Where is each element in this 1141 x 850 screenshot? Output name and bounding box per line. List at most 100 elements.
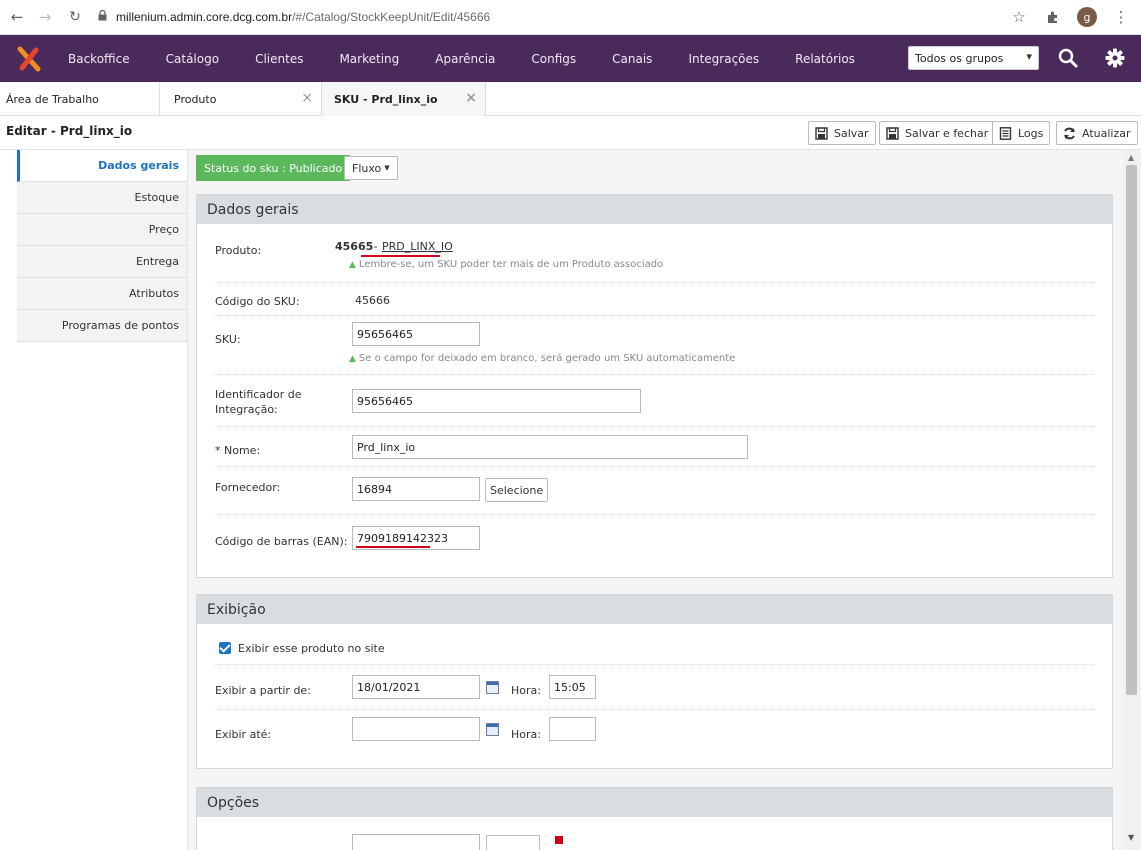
search-icon[interactable] <box>1057 47 1079 69</box>
form-row-identificador: Identificador de Integração: 95656465 <box>215 375 1094 427</box>
extensions-icon[interactable] <box>1043 6 1063 28</box>
tab-produto[interactable]: Produto × <box>160 82 322 116</box>
sidenav-item-programas-de-pontos[interactable]: Programas de pontos <box>17 310 188 342</box>
produto-hint-text: Lembre-se, um SKU poder ter mais de um P… <box>358 259 664 270</box>
back-arrow-icon[interactable]: ← <box>6 6 28 28</box>
save-button[interactable]: Salvar <box>808 121 876 145</box>
lock-icon <box>98 9 107 24</box>
form-row-ean: Código de barras (EAN): 7909189142323 <box>215 515 1094 563</box>
menu-backoffice[interactable]: Backoffice <box>68 52 130 66</box>
menu-catalogo[interactable]: Catálogo <box>166 52 219 66</box>
workspace-tabs: Área de Trabalho Produto × SKU - Prd_lin… <box>0 82 1141 116</box>
nome-input[interactable]: Prd_linx_io <box>352 435 748 459</box>
sku-input[interactable]: 95656465 <box>352 322 480 346</box>
fornecedor-select-button[interactable]: Selecione <box>485 478 549 502</box>
form-row-nome: * Nome: Prd_linx_io <box>215 427 1094 467</box>
top-navigation: Backoffice Catálogo Clientes Marketing A… <box>0 35 1141 82</box>
save-and-close-button[interactable]: Salvar e fechar <box>879 121 996 145</box>
menu-marketing[interactable]: Marketing <box>339 52 399 66</box>
document-icon <box>999 126 1012 140</box>
form-row-fornecedor: Fornecedor: 16894 Selecione <box>215 467 1094 515</box>
close-icon[interactable]: × <box>465 90 477 106</box>
exibir-ate-date-input[interactable] <box>352 717 480 741</box>
section-sidenav: Dados gerais Estoque Preço Entrega Atrib… <box>17 150 188 342</box>
refresh-label: Atualizar <box>1082 126 1131 140</box>
forward-arrow-icon[interactable]: → <box>34 6 56 28</box>
exibir-de-label: Exibir a partir de: <box>215 684 311 697</box>
tab-label: Área de Trabalho <box>6 92 99 106</box>
scrollbar-thumb[interactable] <box>1126 165 1137 695</box>
scroll-up-icon[interactable]: ▲ <box>1128 153 1134 162</box>
star-icon[interactable]: ☆ <box>1009 6 1029 28</box>
menu-canais[interactable]: Canais <box>612 52 652 66</box>
refresh-icon <box>1064 127 1075 139</box>
sku-hint: ▲ Se o campo for deixado em branco, será … <box>349 353 735 364</box>
page-header: Editar - Prd_linx_io Salvar Salvar e fec… <box>0 116 1141 150</box>
red-underline <box>361 255 440 257</box>
menu-relatorios[interactable]: Relatórios <box>795 52 855 66</box>
identificador-input[interactable]: 95656465 <box>352 389 641 413</box>
sidenav-item-dados-gerais[interactable]: Dados gerais <box>17 150 188 182</box>
brand-logo-icon[interactable] <box>0 35 58 82</box>
save-icon <box>886 126 899 140</box>
profile-avatar[interactable]: g <box>1077 7 1097 27</box>
hora-label: Hora: <box>511 728 541 741</box>
reload-icon[interactable]: ↻ <box>64 6 86 28</box>
produto-link[interactable]: PRD_LINX_IO <box>382 240 453 253</box>
tab-area-de-trabalho[interactable]: Área de Trabalho <box>0 82 160 116</box>
url-text: millenium.admin.core.dcg.com.br/#/Catalo… <box>116 10 490 24</box>
page-title: Editar - Prd_linx_io <box>6 124 133 138</box>
panel-title: Opções <box>197 788 1112 817</box>
codigo-label: Código do SKU: <box>215 295 300 308</box>
refresh-button[interactable]: Atualizar <box>1056 121 1138 145</box>
url-host: millenium.admin.core.dcg.com.br <box>116 10 293 24</box>
status-badge: Status do sku : Publicado <box>196 155 351 181</box>
identificador-label-line2: Integração: <box>215 403 278 416</box>
fluxo-dropdown-button[interactable]: Fluxo ▼ <box>344 156 398 180</box>
sidenav-item-preco[interactable]: Preço <box>17 214 188 246</box>
exibir-site-label: Exibir esse produto no site <box>238 642 385 655</box>
fluxo-label: Fluxo <box>352 161 382 175</box>
panel-dados-gerais: Dados gerais Produto: 45665 - PRD_LINX_I… <box>196 194 1113 578</box>
exibir-de-time-input[interactable]: 15:05 <box>549 675 596 699</box>
calendar-icon[interactable] <box>486 723 499 736</box>
nome-label: * Nome: <box>215 444 261 457</box>
scroll-down-icon[interactable]: ▼ <box>1128 833 1134 842</box>
exibir-site-checkbox[interactable] <box>219 642 231 654</box>
address-bar[interactable]: millenium.admin.core.dcg.com.br/#/Catalo… <box>98 4 1088 30</box>
arrow-up-icon: ▲ <box>349 260 356 270</box>
gear-icon[interactable] <box>1104 47 1126 69</box>
exibir-ate-time-input[interactable] <box>549 717 596 741</box>
opcoes-marker-icon <box>555 836 563 844</box>
tab-sku[interactable]: SKU - Prd_linx_io × <box>322 82 486 116</box>
produto-id: 45665 <box>335 240 374 253</box>
sidenav-item-entrega[interactable]: Entrega <box>17 246 188 278</box>
opcoes-input[interactable] <box>352 834 480 850</box>
save-icon <box>815 126 828 140</box>
logs-button[interactable]: Logs <box>992 121 1051 145</box>
save-and-close-label: Salvar e fechar <box>905 126 989 140</box>
codigo-value: 45666 <box>355 294 390 307</box>
sidenav-item-atributos[interactable]: Atributos <box>17 278 188 310</box>
exibir-de-date-input[interactable]: 18/01/2021 <box>352 675 480 699</box>
form-row-exibir-site: Exibir esse produto no site <box>215 624 1094 665</box>
kebab-menu-icon[interactable]: ⋮ <box>1111 6 1131 28</box>
menu-aparencia[interactable]: Aparência <box>435 52 495 66</box>
group-select[interactable]: Todos os grupos ▾ <box>908 46 1039 70</box>
form-row-produto: Produto: 45665 - PRD_LINX_IO ▲ Lembre-se,… <box>215 224 1094 283</box>
main-content: Status do sku : Publicado Fluxo ▼ Dados … <box>188 150 1123 850</box>
close-icon[interactable]: × <box>301 90 313 106</box>
panel-opcoes: Opções <box>196 787 1113 850</box>
opcoes-input-secondary[interactable] <box>486 835 540 850</box>
menu-integracoes[interactable]: Integrações <box>688 52 759 66</box>
panel-exibicao: Exibição Exibir esse produto no site Exi… <box>196 594 1113 769</box>
fornecedor-input[interactable]: 16894 <box>352 477 480 501</box>
vertical-scrollbar[interactable]: ▲ ▼ <box>1123 150 1141 850</box>
menu-configs[interactable]: Configs <box>531 52 576 66</box>
calendar-icon[interactable] <box>486 681 499 694</box>
produto-separator: - <box>370 240 381 253</box>
arrow-up-icon: ▲ <box>349 354 356 364</box>
menu-clientes[interactable]: Clientes <box>255 52 303 66</box>
produto-label: Produto: <box>215 244 262 257</box>
sidenav-item-estoque[interactable]: Estoque <box>17 182 188 214</box>
